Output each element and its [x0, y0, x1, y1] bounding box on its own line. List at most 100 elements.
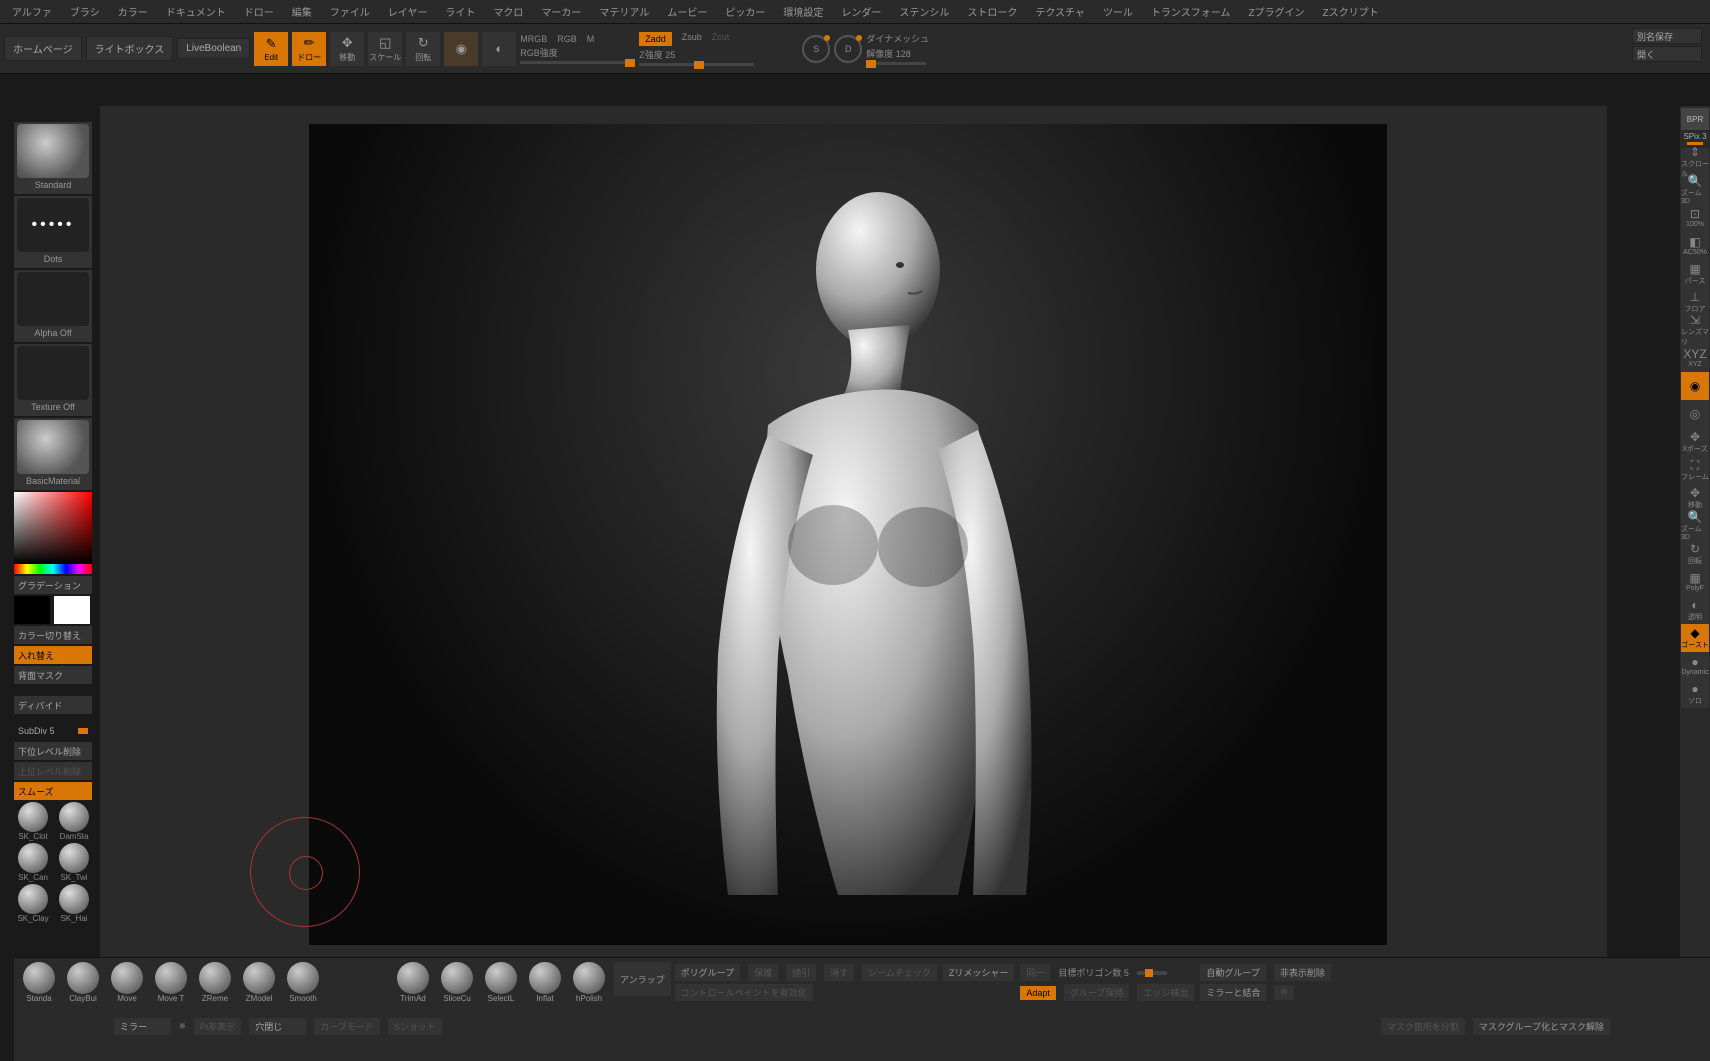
smooth-button[interactable]: スムーズ — [14, 782, 92, 800]
brush-Move[interactable]: Move — [106, 962, 148, 1003]
menu-トランスフォーム[interactable]: トランスフォーム — [1143, 0, 1239, 23]
mirror-dropdown[interactable]: ミラー — [114, 1018, 171, 1035]
right-btn-8[interactable]: ◉ — [1681, 372, 1709, 400]
erase-button[interactable]: 消す — [824, 964, 854, 981]
color-swap-button[interactable]: カラー切り替え — [14, 626, 92, 644]
resolution-slider[interactable] — [866, 62, 926, 65]
menu-Zスクリプト[interactable]: Zスクリプト — [1315, 0, 1387, 23]
zcut-toggle[interactable]: Zcut — [712, 32, 730, 46]
mini-brush-DamSta[interactable]: DamSta — [55, 802, 93, 841]
swatch-black[interactable] — [14, 596, 50, 624]
brush-ZModel[interactable]: ZModel — [238, 962, 280, 1003]
brush-selector[interactable]: Standard — [14, 122, 92, 194]
color-picker[interactable] — [14, 492, 94, 574]
targetpoly-slider[interactable] — [1137, 971, 1167, 975]
lightbox-button[interactable]: ライトボックス — [86, 36, 174, 61]
stroke-selector[interactable]: •••••Dots — [14, 196, 92, 268]
seamcheck-button[interactable]: シームチェック — [862, 964, 937, 981]
brush-SelectL[interactable]: SelectL — [480, 962, 522, 1003]
polygroup-button[interactable]: ポリグループ — [675, 964, 740, 981]
liveboolean-button[interactable]: LiveBoolean — [177, 38, 250, 59]
hue-slider[interactable] — [14, 564, 92, 574]
bpr-button[interactable]: BPR — [1681, 108, 1709, 130]
brush-ClayBui[interactable]: ClayBui — [62, 962, 104, 1003]
gradation-button[interactable]: グラデーション — [14, 576, 92, 594]
menu-ストローク[interactable]: ストローク — [959, 0, 1025, 23]
menu-アルファ[interactable]: アルファ — [4, 0, 60, 23]
right-btn-パース[interactable]: ▦パース — [1681, 260, 1709, 288]
zremesher-button[interactable]: Zリメッシャー — [943, 964, 1015, 981]
mirrormerge-button[interactable]: ミラーと結合 — [1200, 984, 1266, 1001]
right-btn-移動[interactable]: ✥移動 — [1681, 484, 1709, 512]
same-button[interactable]: 同一 — [1020, 964, 1050, 981]
rotate-mode-button[interactable]: ↻回転 — [406, 32, 440, 66]
menu-マテリアル[interactable]: マテリアル — [591, 0, 657, 23]
del-upper-button[interactable]: 上位レベル削除 — [14, 762, 92, 780]
right-btn-AC50%[interactable]: ◧AC50% — [1681, 232, 1709, 260]
sculptris-button[interactable]: ◉ — [444, 32, 478, 66]
right-btn-ズーム3D[interactable]: 🔍ズーム3D — [1681, 512, 1709, 540]
right-btn-回転[interactable]: ↻回転 — [1681, 540, 1709, 568]
curvemode-button[interactable]: カーブモード — [314, 1018, 379, 1035]
right-btn-レンズマリ[interactable]: ⇲レンズマリ — [1681, 316, 1709, 344]
guide-button[interactable]: 誘引 — [786, 964, 816, 981]
keepgroups-toggle[interactable]: グループ保持 — [1064, 984, 1129, 1001]
swap-button[interactable]: 入れ替え — [14, 646, 92, 664]
adapt-toggle[interactable]: Adapt — [1020, 986, 1056, 1000]
masksplit-button[interactable]: マスク箇所を分割 — [1381, 1018, 1465, 1035]
brush-Move T[interactable]: Move T — [150, 962, 192, 1003]
brush-TrimAd[interactable]: TrimAd — [392, 962, 434, 1003]
zadd-toggle[interactable]: Zadd — [639, 32, 672, 46]
mini-brush-SK_Hai[interactable]: SK_Hai — [55, 884, 93, 923]
brush-SliceCu[interactable]: SliceCu — [436, 962, 478, 1003]
right-btn-スクロール[interactable]: ⇕スクロール — [1681, 148, 1709, 176]
menu-マーカー[interactable]: マーカー — [533, 0, 589, 23]
protect-button[interactable]: 保護 — [748, 964, 778, 981]
menu-レンダー[interactable]: レンダー — [833, 0, 889, 23]
move-mode-button[interactable]: ✥移動 — [330, 32, 364, 66]
brush-Smooth[interactable]: Smooth — [282, 962, 324, 1003]
right-btn-透明[interactable]: ◐透明 — [1681, 596, 1709, 624]
sym-s-button[interactable]: S — [802, 35, 830, 63]
draw-mode-button[interactable]: ✏ドロー — [292, 32, 326, 66]
menu-テクスチャ[interactable]: テクスチャ — [1027, 0, 1093, 23]
alpha-selector[interactable]: Alpha Off — [14, 270, 92, 342]
right-btn-100%[interactable]: ⊡100% — [1681, 204, 1709, 232]
menu-ライト[interactable]: ライト — [437, 0, 483, 23]
menu-ピッカー[interactable]: ピッカー — [717, 0, 773, 23]
menu-ブラシ[interactable]: ブラシ — [62, 0, 108, 23]
edit-mode-button[interactable]: ✎Edit — [254, 32, 288, 66]
sshot-button[interactable]: Sショット — [388, 1018, 442, 1035]
save-as-button[interactable]: 別名保存 — [1632, 28, 1702, 44]
texture-selector[interactable]: Texture Off — [14, 344, 92, 416]
brush-hPolish[interactable]: hPolish — [568, 962, 610, 1003]
rgb-strength-slider[interactable] — [520, 61, 635, 64]
mini-brush-SK_Twi[interactable]: SK_Twi — [55, 843, 93, 882]
homepage-button[interactable]: ホームページ — [4, 36, 82, 61]
scale-mode-button[interactable]: ◱スケール — [368, 32, 402, 66]
right-btn-XYZ[interactable]: XYZXYZ — [1681, 344, 1709, 372]
3d-viewport[interactable] — [309, 124, 1387, 945]
m-toggle[interactable]: M — [587, 34, 595, 44]
closehole-dropdown[interactable]: 穴閉じ — [249, 1018, 306, 1035]
menu-編集[interactable]: 編集 — [284, 0, 320, 23]
menu-ムービー[interactable]: ムービー — [659, 0, 715, 23]
controlpaint-button[interactable]: コントロールペイントを有効化 — [675, 984, 813, 1001]
divide-button[interactable]: ディバイド — [14, 696, 92, 714]
menu-環境設定[interactable]: 環境設定 — [775, 0, 831, 23]
menu-カラー[interactable]: カラー — [110, 0, 156, 23]
unwrap-button[interactable]: アンラップ — [614, 962, 671, 996]
spix-label[interactable]: SPix 3 — [1681, 132, 1709, 146]
maskgroup-button[interactable]: マスクグループ化とマスク解除 — [1473, 1018, 1610, 1035]
right-btn-Xポーズ[interactable]: ✥Xポーズ — [1681, 428, 1709, 456]
autogroup-button[interactable]: 自動グループ — [1200, 964, 1265, 981]
sym-d-button[interactable]: D — [834, 35, 862, 63]
right-btn-Dynamic[interactable]: ●Dynamic — [1681, 652, 1709, 680]
swatch-white[interactable] — [54, 596, 90, 624]
mini-brush-SK_Can[interactable]: SK_Can — [14, 843, 52, 882]
backmask-button[interactable]: 背面マスク — [14, 666, 92, 684]
menu-ファイル[interactable]: ファイル — [322, 0, 378, 23]
menu-ドキュメント[interactable]: ドキュメント — [158, 0, 234, 23]
open-button[interactable]: 開く — [1632, 46, 1702, 62]
hidedelete-button[interactable]: 非表示削除 — [1274, 964, 1331, 981]
